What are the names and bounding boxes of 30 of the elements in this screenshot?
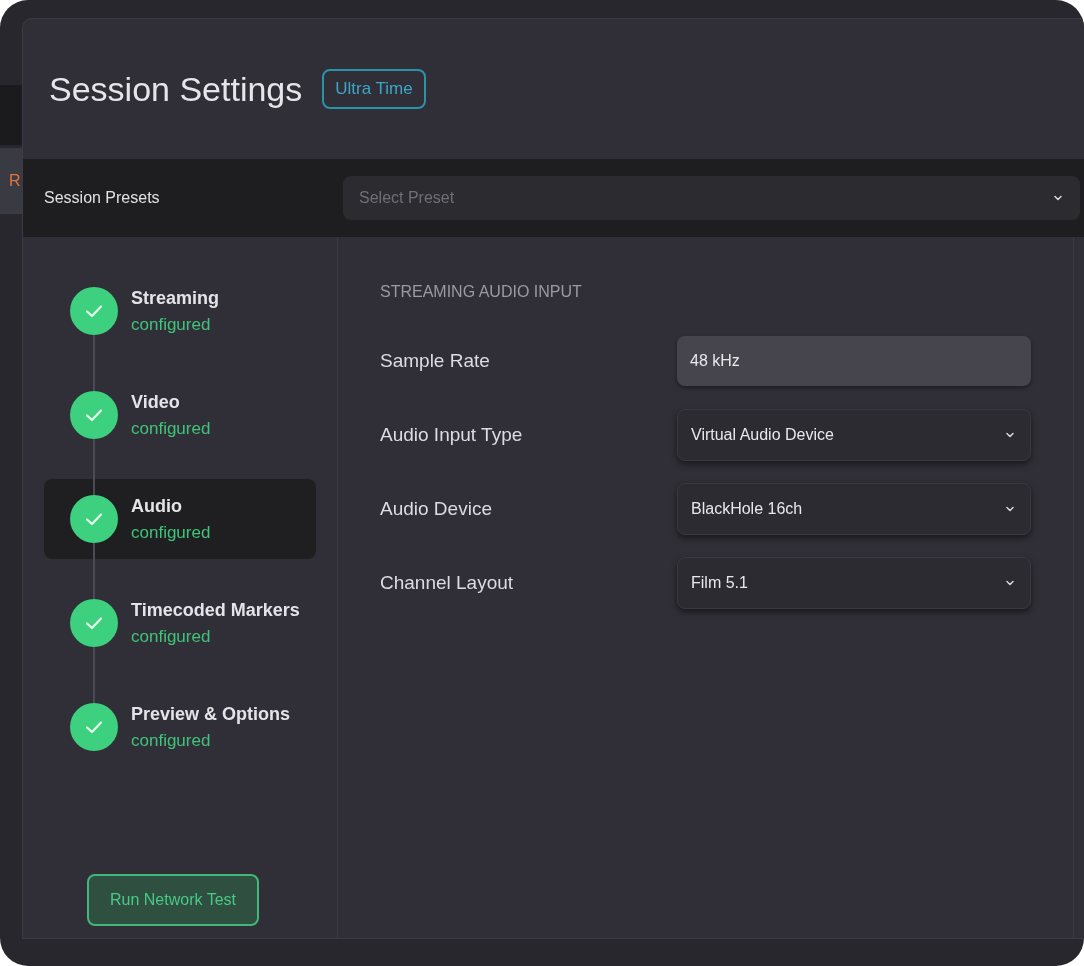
step-item[interactable]: Streaming configured bbox=[44, 271, 316, 351]
field-label: Audio Input Type bbox=[380, 422, 524, 447]
step-item[interactable]: Preview & Options configured bbox=[44, 687, 316, 767]
step-status: configured bbox=[131, 729, 212, 752]
field-label: Sample Rate bbox=[380, 348, 491, 373]
input-field[interactable]: 48 kHz bbox=[677, 336, 1031, 386]
step-title: Audio bbox=[131, 494, 183, 518]
step-status: configured bbox=[131, 625, 212, 648]
background-window-bar bbox=[0, 85, 22, 145]
section-heading: STREAMING AUDIO INPUT bbox=[380, 282, 583, 302]
step-item[interactable]: Video configured bbox=[44, 375, 316, 455]
step-title: Streaming bbox=[131, 286, 220, 310]
plan-badge: Ultra Time bbox=[322, 69, 426, 109]
step-title: Timecoded Markers bbox=[131, 598, 300, 622]
step-item[interactable]: Audio configured bbox=[44, 479, 316, 559]
dropdown-select[interactable]: BlackHole 16ch bbox=[677, 483, 1031, 535]
dropdown-select[interactable]: Film 5.1 bbox=[677, 557, 1031, 609]
step-item[interactable]: Timecoded Markers configured bbox=[44, 583, 316, 663]
step-status: configured bbox=[131, 521, 211, 544]
field-label: Audio Device bbox=[380, 496, 493, 521]
step-status: configured bbox=[131, 417, 211, 440]
step-status: configured bbox=[131, 313, 212, 336]
background-window-tab[interactable]: R bbox=[0, 148, 22, 214]
dialog-title: Session Settings bbox=[49, 68, 303, 110]
step-title: Preview & Options bbox=[131, 702, 291, 726]
presets-label: Session Presets bbox=[43, 188, 161, 208]
dropdown-select[interactable]: Virtual Audio Device bbox=[677, 409, 1031, 461]
field-label: Channel Layout bbox=[380, 570, 515, 595]
step-title: Video bbox=[131, 390, 181, 414]
run-network-test-button[interactable]: Run Network Test bbox=[87, 874, 259, 926]
